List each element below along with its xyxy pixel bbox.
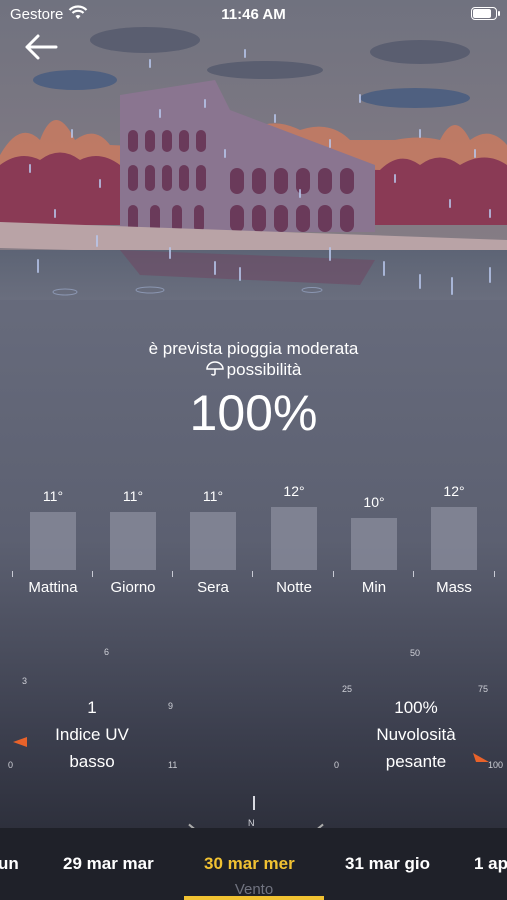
uv-value: 1	[87, 698, 97, 717]
cloud-level: pesante	[385, 752, 447, 771]
temp-bar	[30, 512, 76, 570]
uv-scale-0: 0	[8, 760, 14, 770]
wind-compass: N	[180, 790, 330, 831]
date-tab-0[interactable]: un	[0, 854, 19, 874]
date-tab-4[interactable]: 1 ap	[474, 854, 507, 874]
temp-value: 12°	[443, 482, 465, 499]
uv-index-block: 1 Indice UV basso	[32, 694, 152, 775]
arrow-left-icon	[25, 34, 58, 60]
temp-label: Sera	[197, 579, 229, 596]
temperature-chart: 11° Mattina 11° Giorno 11° Sera 12° Nott…	[0, 475, 507, 605]
temp-label: Min	[361, 579, 387, 596]
cloud-scale-100: 100	[488, 760, 504, 770]
uv-level: basso	[69, 752, 115, 771]
date-tab-bar: un 29 mar mar 30 mar mer 31 mar gio 1 ap…	[0, 828, 507, 900]
temp-value: 10°	[363, 493, 385, 510]
forecast-description: è prevista pioggia moderata	[148, 339, 359, 358]
compass-north-label: N	[248, 818, 255, 828]
temp-bar	[271, 506, 317, 570]
temp-value: 11°	[42, 488, 64, 504]
chance-value: 100%	[189, 385, 318, 441]
uv-scale-9: 9	[168, 701, 174, 711]
precipitation-summary: è prevista pioggia moderata possibilità …	[0, 338, 507, 442]
temp-bar	[110, 512, 156, 570]
rome-colosseum-illustration	[0, 0, 507, 300]
cloud-scale-50: 50	[410, 648, 421, 658]
uv-scale-3: 3	[22, 676, 28, 686]
temp-axis	[12, 571, 495, 577]
chance-row: possibilità	[0, 360, 507, 380]
date-tab-2[interactable]: 30 mar mer	[204, 854, 295, 874]
cloud-scale-75: 75	[478, 684, 489, 694]
date-tab-1[interactable]: 29 mar mar	[63, 854, 154, 874]
temp-label: Mass	[436, 579, 472, 596]
temp-label: Notte	[276, 579, 312, 596]
temp-bar	[190, 512, 236, 570]
cloud-cover-block: 100% Nuvolosità pesante	[356, 694, 476, 775]
uv-scale-6: 6	[104, 647, 110, 657]
cloud-scale-25: 25	[342, 684, 353, 694]
temp-value: 11°	[122, 488, 144, 504]
temp-value: 12°	[283, 482, 305, 499]
clock: 11:46 AM	[221, 6, 286, 23]
chance-label: possibilità	[226, 360, 302, 379]
compass-needle	[253, 796, 255, 810]
cloud-value: 100%	[394, 698, 438, 717]
active-tab-underline	[184, 896, 324, 900]
temp-bar	[351, 517, 397, 570]
back-button[interactable]	[22, 32, 62, 64]
date-tab-3[interactable]: 31 mar gio	[345, 854, 430, 874]
uv-scale-11: 11	[168, 760, 178, 770]
temp-bar	[431, 506, 477, 570]
status-bar: Gestore 11:46 AM	[0, 0, 507, 30]
uv-label: Indice UV	[55, 725, 129, 744]
temp-value: 11°	[202, 488, 224, 504]
temp-label: Giorno	[110, 579, 156, 596]
uv-indicator-icon	[13, 737, 27, 747]
cloud-label: Nuvolosità	[376, 725, 456, 744]
cloud-scale-0: 0	[334, 760, 340, 770]
battery-icon	[471, 7, 500, 20]
temp-label: Mattina	[28, 579, 78, 596]
umbrella-icon	[205, 361, 224, 376]
